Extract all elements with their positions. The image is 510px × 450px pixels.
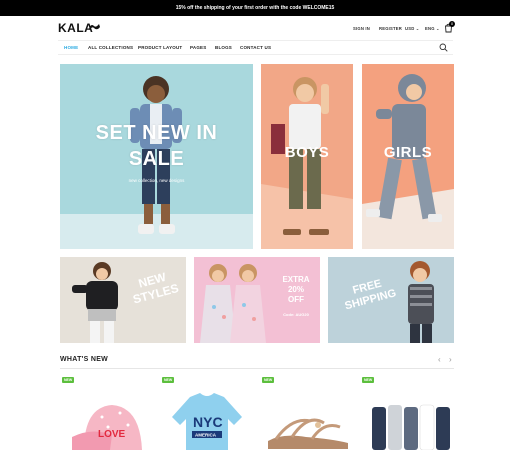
product-image-sweatshirt: NYC AMERICA: [172, 393, 242, 450]
search-icon[interactable]: [439, 43, 448, 52]
nav-pages[interactable]: PAGES: [190, 45, 206, 50]
product-card[interactable]: NEW NYC AMERICA: [162, 377, 252, 450]
carousel-next-button[interactable]: ›: [449, 355, 452, 364]
cap-print: LOVE: [98, 429, 126, 440]
extra-line2: 20%: [287, 285, 304, 294]
nav-blogs[interactable]: BLOGS: [215, 45, 232, 50]
extra-off-banner[interactable]: EXTRA 20% OFF Code: AUG20: [194, 257, 320, 343]
nav-product-layout[interactable]: PRODUCT LAYOUT: [138, 45, 182, 50]
nav-home[interactable]: HOME: [64, 45, 78, 50]
sign-in-link[interactable]: SIGN IN: [353, 26, 370, 31]
extra-line3: OFF: [288, 295, 304, 304]
extra-line1: EXTRA: [282, 275, 310, 284]
boys-title: BOYS: [284, 144, 330, 161]
language-select[interactable]: ENG ⌄: [425, 26, 440, 31]
product-image-sandal: [268, 418, 348, 449]
free-shipping-banner[interactable]: FREE SHIPPING: [328, 257, 454, 343]
hero-title-line1: SET NEW IN: [95, 122, 218, 144]
new-styles-banner[interactable]: NEW STYLES: [60, 257, 186, 343]
product-card[interactable]: NEW: [262, 377, 352, 450]
new-badge: NEW: [62, 377, 75, 383]
new-badge: NEW: [262, 377, 275, 383]
extra-code: Code: AUG20: [283, 312, 309, 317]
main-nav: HOME ALL COLLECTIONS PRODUCT LAYOUT PAGE…: [58, 40, 453, 55]
cart-count-badge: 0: [449, 21, 455, 27]
top-bar: KALA SIGN IN REGISTER USD ⌄ ENG ⌄ 0: [0, 16, 510, 42]
section-divider: [60, 368, 454, 369]
girls-title: GIRLS: [383, 144, 433, 161]
product-image-cap: LOVE: [72, 405, 142, 450]
nav-contact-us[interactable]: CONTACT US: [240, 45, 271, 50]
currency-select[interactable]: USD ⌄: [405, 26, 420, 31]
register-link[interactable]: REGISTER: [379, 26, 402, 31]
product-card[interactable]: NEW LOVE: [62, 377, 152, 450]
girls-banner[interactable]: GIRLS: [362, 64, 454, 249]
boys-banner[interactable]: BOYS: [261, 64, 353, 249]
nav-all-collections[interactable]: ALL COLLECTIONS: [88, 45, 133, 50]
hero-banner[interactable]: SET NEW IN SALE new collection, new desi…: [60, 64, 253, 249]
whats-new-title: WHAT'S NEW: [60, 356, 109, 363]
sweatshirt-print-sub: AMERICA: [195, 433, 217, 438]
carousel-prev-button[interactable]: ‹: [438, 355, 441, 364]
hero-subtitle: new collection, new designs: [128, 178, 185, 183]
logo-mark-icon: [89, 24, 100, 30]
new-badge: NEW: [162, 377, 175, 383]
extra-off-title: EXTRA 20% OFF: [274, 275, 318, 305]
product-card[interactable]: NEW: [362, 377, 452, 450]
promo-bar: 15% off the shipping of your first order…: [0, 0, 510, 16]
new-badge: NEW: [362, 377, 375, 383]
sweatshirt-print: NYC: [193, 414, 223, 430]
product-image-socks: [372, 404, 450, 450]
hero-title-line2: SALE: [128, 148, 185, 170]
